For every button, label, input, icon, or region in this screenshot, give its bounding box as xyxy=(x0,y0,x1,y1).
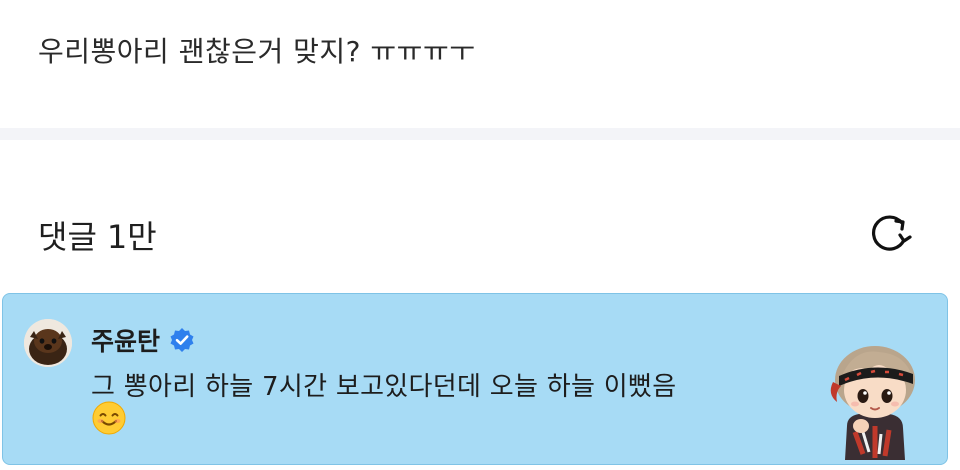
refresh-button[interactable] xyxy=(866,210,914,258)
dog-avatar-icon xyxy=(24,319,72,367)
verified-badge-icon xyxy=(170,328,194,352)
section-divider xyxy=(0,128,960,140)
comments-header: 댓글 1만 xyxy=(38,212,157,258)
smiling-face-emoji-icon xyxy=(92,401,126,435)
comments-count: 1만 xyxy=(106,218,157,256)
author-avatar[interactable] xyxy=(24,319,72,367)
comment-text: 그 뽕아리 하늘 7시간 보고있다던데 오늘 하늘 이뻤음 xyxy=(91,372,677,402)
character-sticker-icon xyxy=(830,346,915,460)
refresh-icon xyxy=(871,215,912,251)
post-detail-page: 우리뽕아리 괜찮은거 맞지? ㅠㅠㅠㅜ 댓글 1만 주윤탄 그 뽕아리 하늘 7… xyxy=(0,0,960,470)
comment-card[interactable]: 주윤탄 그 뽕아리 하늘 7시간 보고있다던데 오늘 하늘 이뻤음 xyxy=(2,293,948,465)
comments-title: 댓글 xyxy=(38,218,97,256)
author-row: 주윤탄 xyxy=(91,322,196,358)
post-text: 우리뽕아리 괜찮은거 맞지? ㅠㅠㅠㅜ xyxy=(38,35,476,68)
author-name[interactable]: 주윤탄 xyxy=(91,322,160,358)
